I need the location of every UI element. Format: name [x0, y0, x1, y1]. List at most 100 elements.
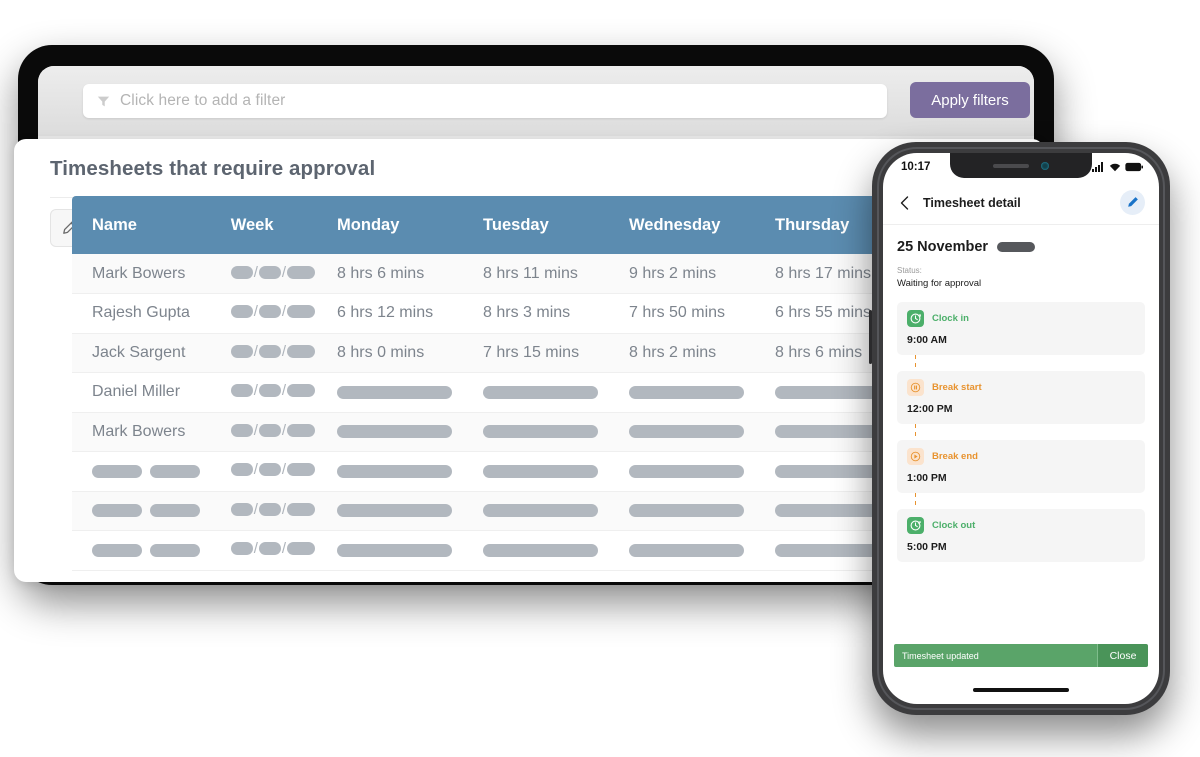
- timeline-entry[interactable]: Clock out 5:00 PM: [897, 509, 1145, 562]
- funnel-icon: [97, 95, 110, 108]
- cell-name: Mark Bowers: [72, 254, 211, 294]
- filter-input[interactable]: Click here to add a filter: [83, 84, 887, 118]
- column-header-tuesday[interactable]: Tuesday: [463, 196, 609, 254]
- cell-name: Daniel Miller: [72, 373, 211, 413]
- cell-monday: 8 hrs 0 mins: [317, 333, 463, 373]
- timesheet-date-row: 25 November: [897, 239, 1145, 255]
- toast-notification: Timesheet updated Close: [894, 644, 1148, 667]
- cell-name: [72, 491, 211, 531]
- phone-side-button[interactable]: [869, 310, 872, 364]
- column-header-wednesday[interactable]: Wednesday: [609, 196, 755, 254]
- redacted-bar: [629, 544, 744, 557]
- timeline-entry-time: 9:00 AM: [907, 334, 1135, 346]
- redacted-week: //: [231, 461, 315, 478]
- redacted-week: //: [231, 303, 315, 320]
- cell-wednesday: [609, 531, 755, 571]
- wifi-icon: [1109, 162, 1121, 172]
- column-header-monday[interactable]: Monday: [317, 196, 463, 254]
- cell-tuesday: [463, 531, 609, 571]
- redacted-bar: [483, 465, 598, 478]
- cell-name: [72, 452, 211, 492]
- cell-week: //: [211, 412, 317, 452]
- front-camera-icon: [1041, 162, 1049, 170]
- timeline-entry-label: Break end: [932, 451, 978, 462]
- column-header-week[interactable]: Week: [211, 196, 317, 254]
- redacted-week: //: [231, 264, 315, 281]
- timesheet-timeline: Clock in9:00 AMBreak start12:00 PMBreak …: [897, 302, 1145, 562]
- cell-wednesday: 8 hrs 2 mins: [609, 333, 755, 373]
- cell-wednesday: 7 hrs 50 mins: [609, 294, 755, 334]
- timeline-entry-time: 5:00 PM: [907, 541, 1135, 553]
- cell-week: //: [211, 333, 317, 373]
- column-header-name[interactable]: Name: [72, 196, 211, 254]
- cell-wednesday: [609, 452, 755, 492]
- phone-device-frame: 10:17: [872, 142, 1170, 715]
- screenshot-stage: Click here to add a filter Apply filters…: [0, 0, 1200, 757]
- cell-monday: 6 hrs 12 mins: [317, 294, 463, 334]
- redacted-bar: [337, 386, 452, 399]
- cell-week: //: [211, 294, 317, 334]
- cell-tuesday: [463, 452, 609, 492]
- battery-icon: [1125, 162, 1143, 172]
- cell-week: //: [211, 531, 317, 571]
- cell-week: //: [211, 373, 317, 413]
- earpiece-speaker-icon: [993, 164, 1029, 168]
- redacted-bar: [337, 544, 452, 557]
- timeline-entry[interactable]: Clock in 9:00 AM: [897, 302, 1145, 355]
- cell-wednesday: 9 hrs 2 mins: [609, 254, 755, 294]
- cell-monday: [317, 373, 463, 413]
- timeline-connector: [915, 493, 916, 509]
- phone-notch: [950, 153, 1092, 178]
- cell-week: //: [211, 452, 317, 492]
- cell-tuesday: [463, 491, 609, 531]
- cell-name: Rajesh Gupta: [72, 294, 211, 334]
- redacted-week: //: [231, 501, 315, 518]
- timeline-entry-label: Break start: [932, 382, 982, 393]
- redacted-bar: [629, 386, 744, 399]
- timeline-entry-head: Clock in: [907, 310, 1135, 327]
- redacted-bar: [483, 504, 598, 517]
- timeline-entry-head: Break end: [907, 448, 1135, 465]
- clock-in-icon: [907, 310, 924, 327]
- redacted-pill: [92, 465, 142, 478]
- cell-wednesday: [609, 491, 755, 531]
- cell-week: //: [211, 491, 317, 531]
- phone-content: 25 November Status: Waiting for approval…: [883, 225, 1159, 562]
- pencil-icon: [1126, 196, 1139, 209]
- redacted-bar: [337, 504, 452, 517]
- phone-edit-button[interactable]: [1120, 190, 1145, 215]
- toast-close-button[interactable]: Close: [1097, 644, 1148, 667]
- timeline-entry-time: 1:00 PM: [907, 472, 1135, 484]
- redacted-bar: [483, 544, 598, 557]
- phone-screen-title: Timesheet detail: [923, 196, 1021, 210]
- timeline-entry-label: Clock out: [932, 520, 975, 531]
- back-chevron-icon[interactable]: [897, 195, 913, 211]
- clock-out-icon: [907, 517, 924, 534]
- play-icon: [907, 448, 924, 465]
- apply-filters-button[interactable]: Apply filters: [910, 82, 1030, 118]
- phone-app-bar: Timesheet detail: [883, 181, 1159, 225]
- cellular-signal-icon: [1092, 162, 1105, 172]
- cell-monday: [317, 531, 463, 571]
- redacted-pill: [150, 544, 200, 557]
- redacted-pill: [150, 465, 200, 478]
- timesheet-date: 25 November: [897, 239, 988, 255]
- status-label: Status:: [897, 266, 1145, 275]
- timeline-entry-head: Break start: [907, 379, 1135, 396]
- cell-monday: [317, 452, 463, 492]
- timeline-connector: [915, 424, 916, 440]
- cell-tuesday: [463, 373, 609, 413]
- filter-toolbar: Click here to add a filter Apply filters: [38, 66, 1034, 136]
- timeline-entry-label: Clock in: [932, 313, 969, 324]
- redacted-week: //: [231, 343, 315, 360]
- cell-week: //: [211, 254, 317, 294]
- home-indicator[interactable]: [973, 688, 1069, 692]
- pause-icon: [907, 379, 924, 396]
- timeline-entry[interactable]: Break end 1:00 PM: [897, 440, 1145, 493]
- redacted-week: //: [231, 382, 315, 399]
- redacted-bar: [629, 425, 744, 438]
- redacted-bar: [337, 425, 452, 438]
- cell-tuesday: 7 hrs 15 mins: [463, 333, 609, 373]
- cell-monday: 8 hrs 6 mins: [317, 254, 463, 294]
- timeline-entry[interactable]: Break start12:00 PM: [897, 371, 1145, 424]
